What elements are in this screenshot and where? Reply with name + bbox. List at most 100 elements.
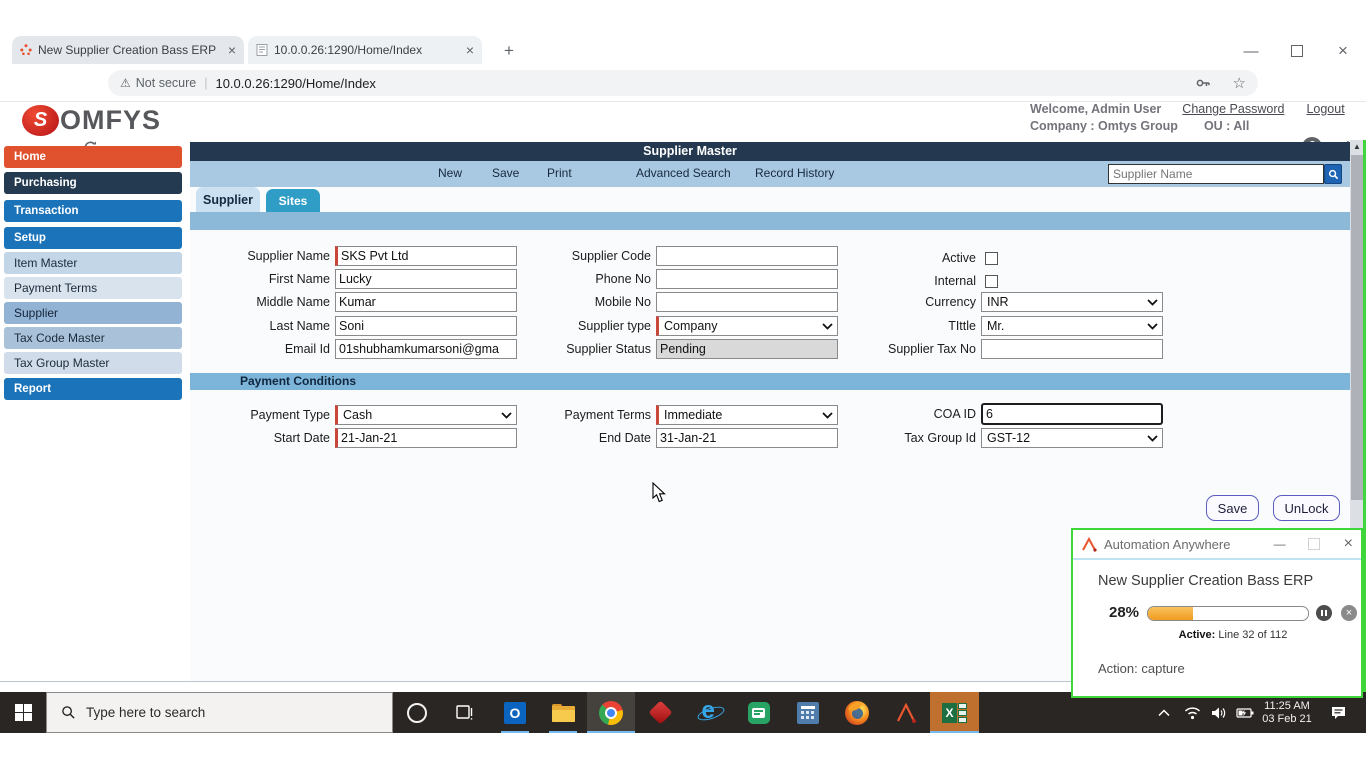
scrollbar-up-icon[interactable]: ▲ <box>1350 140 1364 154</box>
browser-tab-1[interactable]: New Supplier Creation Bass ERP × <box>12 36 244 64</box>
tray-volume[interactable] <box>1206 692 1232 733</box>
security-label[interactable]: Not secure <box>136 76 196 90</box>
first-name-input[interactable] <box>335 269 517 289</box>
company-text: Company : Omtys Group <box>1030 119 1178 133</box>
active-label: Active: <box>1179 629 1216 641</box>
title-select[interactable]: Mr. <box>981 316 1163 336</box>
window-close-button[interactable]: × <box>1328 40 1358 62</box>
restore-icon <box>1291 45 1303 57</box>
sidebar-item-setup[interactable]: Setup <box>4 227 182 249</box>
taskbar-search-box[interactable]: Type here to search <box>46 692 393 733</box>
last-name-input[interactable] <box>335 316 517 336</box>
field-label: COA ID <box>750 404 981 424</box>
tab-supplier[interactable]: Supplier <box>196 187 260 212</box>
speaker-icon <box>1211 706 1227 720</box>
pause-button[interactable] <box>1316 605 1332 621</box>
taskbar-red-diamond-app[interactable] <box>636 692 685 733</box>
url-text[interactable]: 10.0.0.26:1290/Home/Index <box>215 76 375 91</box>
sidebar-item-tax-group-master[interactable]: Tax Group Master <box>4 352 182 374</box>
toolbar-record-history[interactable]: Record History <box>755 166 834 180</box>
sidebar-item-transaction[interactable]: Transaction <box>4 200 182 222</box>
search-button[interactable] <box>1324 164 1342 184</box>
email-id-input[interactable] <box>335 339 517 359</box>
window-minimize-button[interactable]: — <box>1236 40 1266 62</box>
scrollbar-thumb[interactable] <box>1351 155 1363 500</box>
tab1-close-icon[interactable]: × <box>228 42 236 58</box>
toolbar-save[interactable]: Save <box>492 166 519 180</box>
taskbar-firefox[interactable] <box>832 692 881 733</box>
toolbar-print[interactable]: Print <box>547 166 572 180</box>
currency-select[interactable]: INR <box>981 292 1163 312</box>
unlock-button[interactable]: UnLock <box>1273 495 1340 521</box>
field-label: Supplier Name <box>190 246 335 266</box>
task-view-button[interactable] <box>441 692 489 733</box>
field-label: Tax Group Id <box>750 428 981 448</box>
supplier-name-input[interactable] <box>335 246 517 266</box>
taskbar-internet-explorer[interactable]: e <box>685 692 734 733</box>
red-diamond-icon <box>648 700 672 724</box>
outlook-icon: O <box>504 702 526 724</box>
taskbar-outlook[interactable]: O <box>491 692 539 733</box>
password-key-icon[interactable] <box>1195 75 1211 91</box>
page-title: Supplier Master <box>190 142 1350 161</box>
taskbar-chrome-active[interactable] <box>587 692 635 733</box>
sidebar-item-report[interactable]: Report <box>4 378 182 400</box>
supplier-search-input[interactable] <box>1108 164 1324 184</box>
tray-wifi[interactable] <box>1178 692 1206 733</box>
tab-underline-band <box>190 212 1350 230</box>
taskbar-file-explorer[interactable] <box>539 692 587 733</box>
tray-battery[interactable] <box>1232 692 1258 733</box>
tray-show-hidden-icons[interactable] <box>1150 692 1178 733</box>
internet-explorer-icon: e <box>698 701 722 725</box>
sidebar-item-item-master[interactable]: Item Master <box>4 252 182 274</box>
browser-tab-2-active[interactable]: 10.0.0.26:1290/Home/Index × <box>248 36 482 64</box>
popup-active-line: Active: Line 32 of 112 <box>1113 629 1353 641</box>
tray-clock[interactable]: 11:25 AM 03 Feb 21 <box>1258 692 1316 733</box>
field-label: Supplier type <box>520 316 656 336</box>
start-button[interactable] <box>0 692 46 733</box>
supplier-tax-no-input[interactable] <box>981 339 1163 359</box>
wifi-icon <box>1184 706 1201 720</box>
tab-sites[interactable]: Sites <box>266 189 320 212</box>
taskbar-automation-anywhere[interactable] <box>881 692 930 733</box>
start-date-input[interactable] <box>335 428 517 448</box>
sidebar-item-tax-code-master[interactable]: Tax Code Master <box>4 327 182 349</box>
omnibox[interactable]: ⚠ Not secure | 10.0.0.26:1290/Home/Index… <box>108 70 1258 96</box>
coa-id-input-focused[interactable] <box>981 403 1163 425</box>
taskbar-excel-active[interactable]: X <box>930 692 979 733</box>
automation-anywhere-popup: Automation Anywhere — × New Supplier Cre… <box>1071 528 1363 698</box>
action-center-button[interactable] <box>1322 692 1356 733</box>
popup-close-button[interactable]: × <box>1344 535 1353 553</box>
field-label: Last Name <box>190 316 335 336</box>
chevron-down-icon <box>1147 323 1158 330</box>
taskbar-chat-app[interactable] <box>734 692 783 733</box>
sidebar-item-home[interactable]: Home <box>4 146 182 168</box>
sidebar-item-payment-terms[interactable]: Payment Terms <box>4 277 182 299</box>
taskbar-calculator[interactable] <box>783 692 832 733</box>
popup-minimize-button[interactable]: — <box>1274 537 1286 551</box>
save-button[interactable]: Save <box>1206 495 1259 521</box>
bookmark-star-icon[interactable]: ☆ <box>1233 74 1246 92</box>
window-restore-button[interactable] <box>1282 40 1312 62</box>
new-tab-button[interactable]: + <box>498 40 520 62</box>
change-password-link[interactable]: Change Password <box>1182 102 1284 116</box>
popup-titlebar[interactable]: Automation Anywhere — × <box>1073 530 1361 560</box>
active-checkbox[interactable] <box>985 252 998 265</box>
sidebar-item-supplier[interactable]: Supplier <box>4 302 182 324</box>
payment-type-select[interactable]: Cash <box>335 405 517 425</box>
stop-button[interactable]: × <box>1341 605 1357 621</box>
popup-action-line: Action: capture <box>1098 661 1185 676</box>
toolbar-new[interactable]: New <box>438 166 462 180</box>
tax-group-id-select[interactable]: GST-12 <box>981 428 1163 448</box>
popup-maximize-button[interactable] <box>1308 538 1320 550</box>
toolbar-advanced-search[interactable]: Advanced Search <box>636 166 731 180</box>
logout-link[interactable]: Logout <box>1306 102 1344 116</box>
cortana-button[interactable] <box>393 692 441 733</box>
tab1-dots-favicon-icon <box>20 44 32 56</box>
middle-name-input[interactable] <box>335 292 517 312</box>
tab2-close-icon[interactable]: × <box>466 42 474 58</box>
field-label: Internal <box>750 271 981 291</box>
internal-checkbox[interactable] <box>985 275 998 288</box>
sidebar-item-purchasing[interactable]: Purchasing <box>4 172 182 194</box>
panel-titlebar: Supplier Master <box>190 142 1350 161</box>
